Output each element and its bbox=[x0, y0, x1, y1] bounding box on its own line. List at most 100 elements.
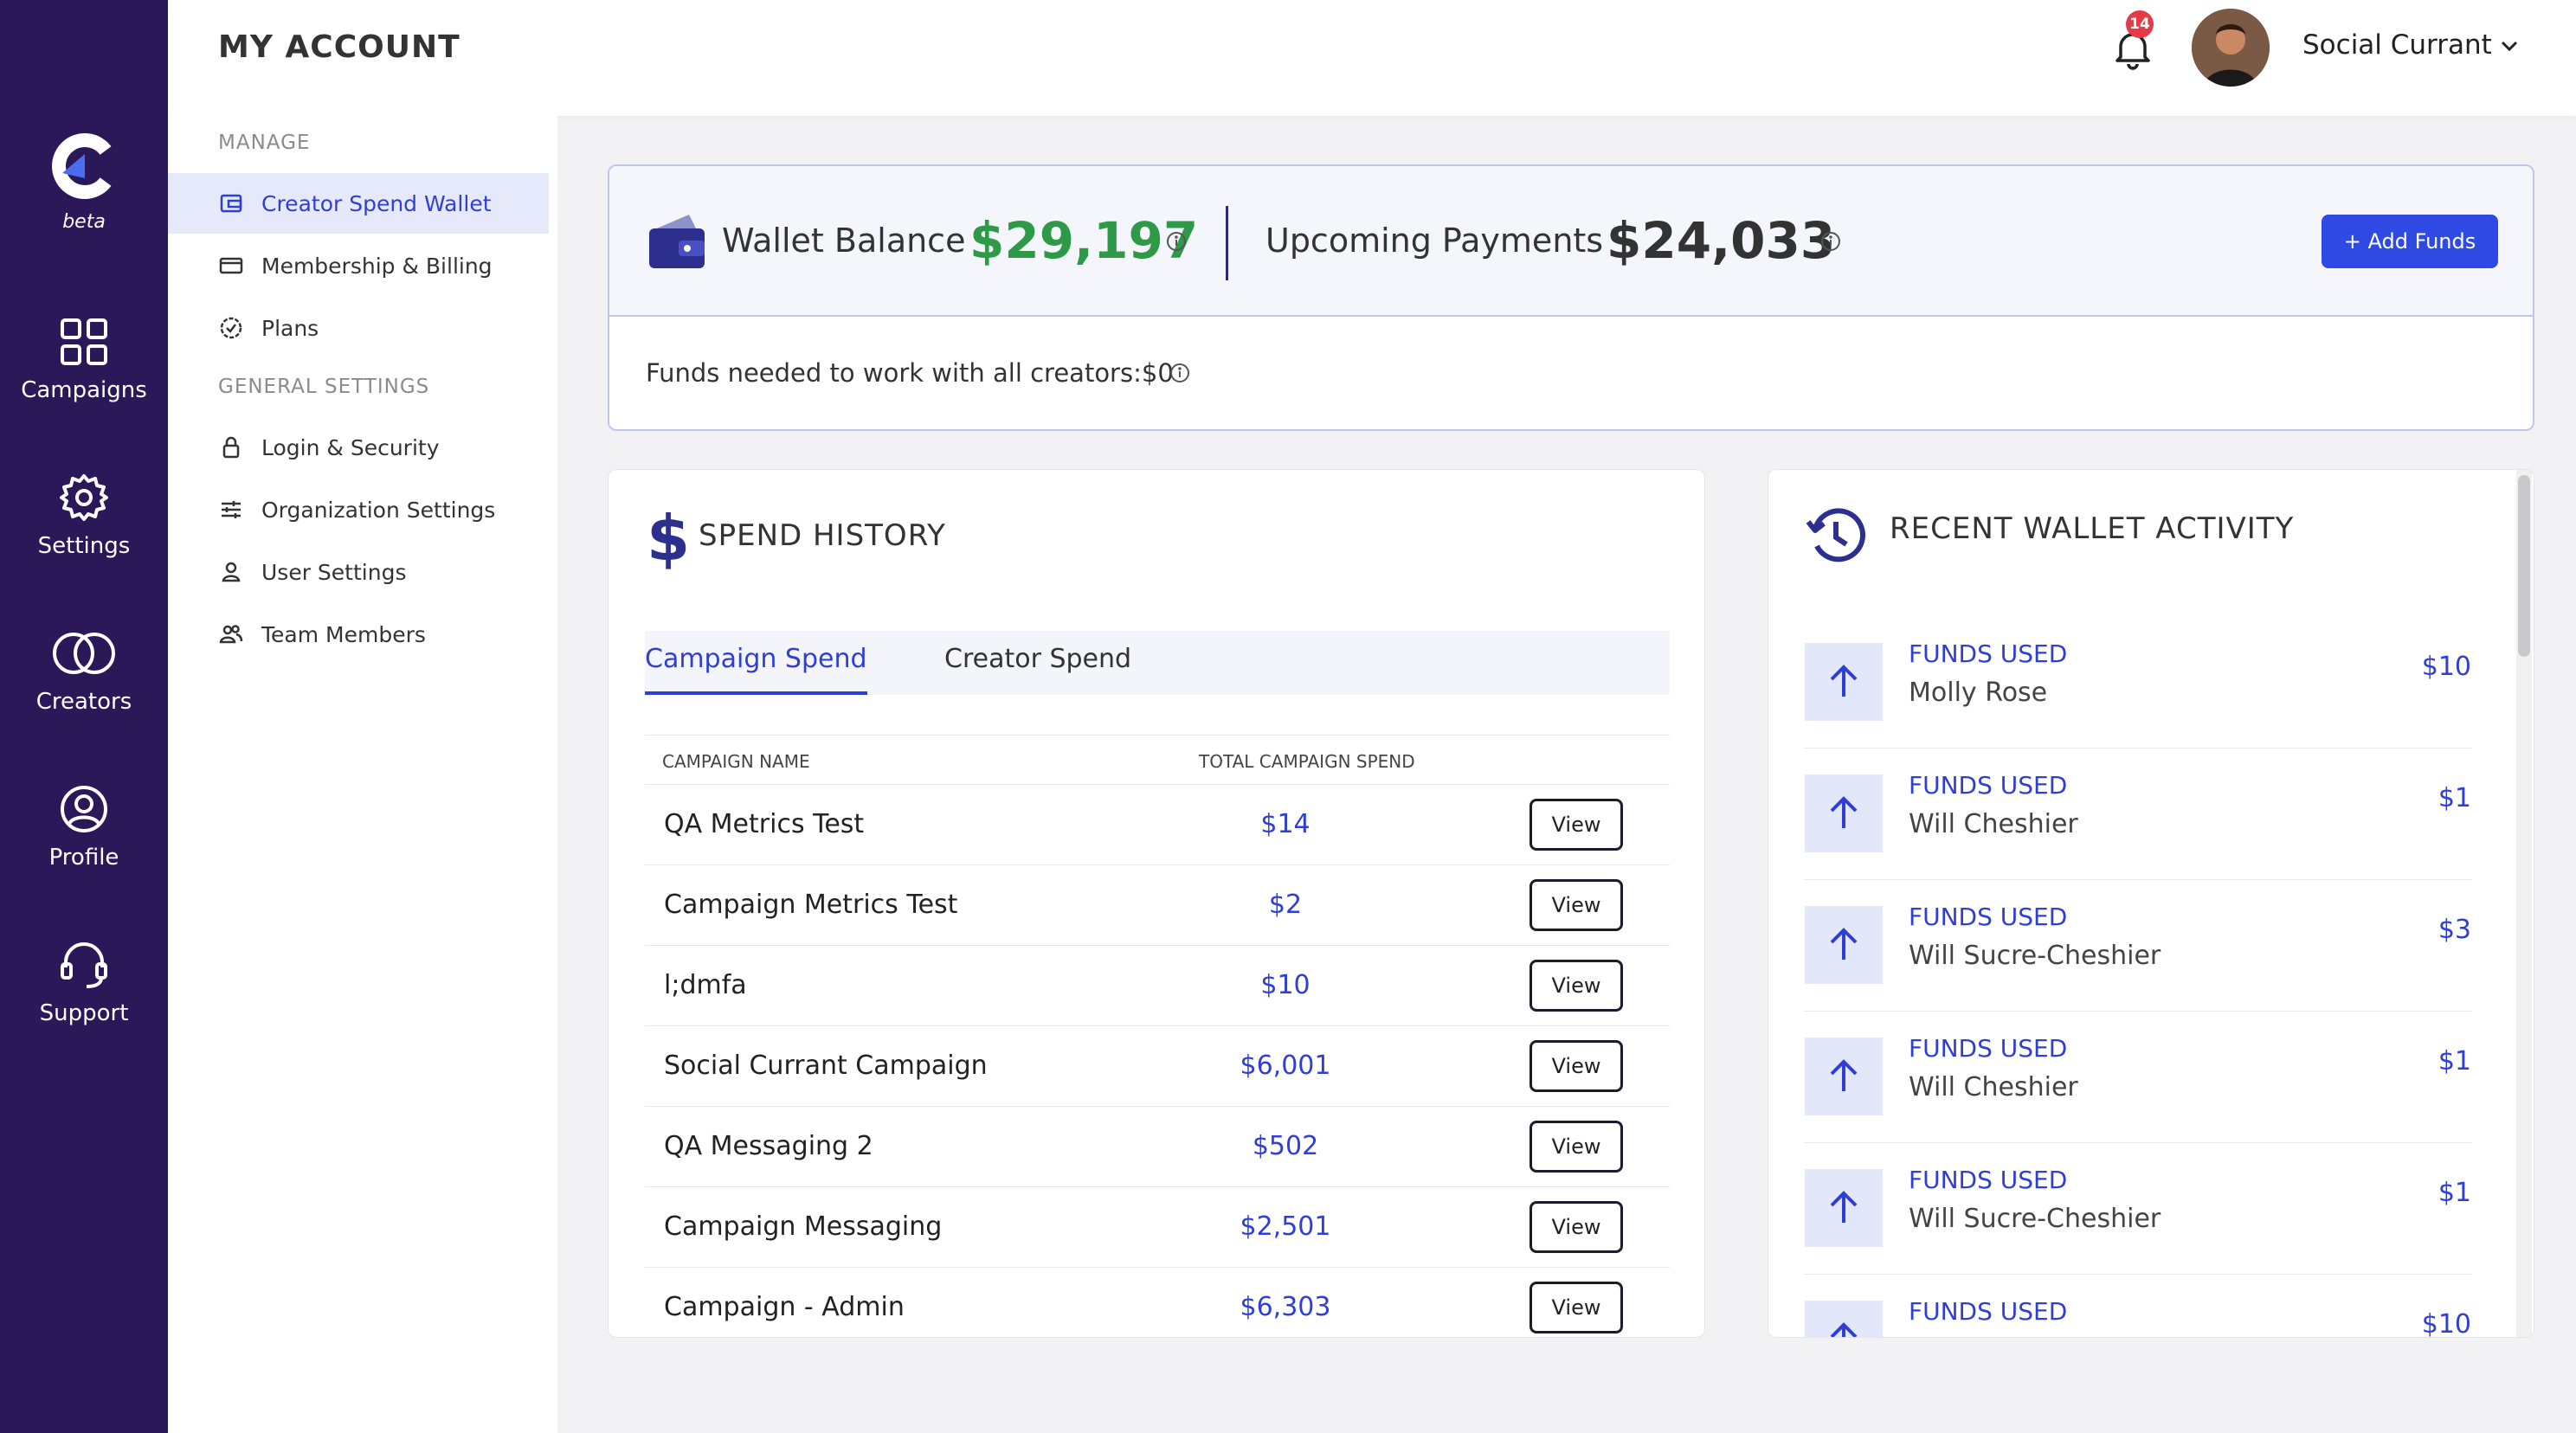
campaign-name: Campaign - Admin bbox=[664, 1292, 905, 1322]
activity-amount: $3 bbox=[2438, 915, 2471, 945]
account-sidebar: MANAGE Creator Spend Wallet Membership &… bbox=[168, 116, 557, 1433]
activity-creator: Molly Rose bbox=[1909, 678, 2048, 708]
view-button[interactable]: View bbox=[1530, 799, 1623, 851]
activity-amount: $1 bbox=[2438, 783, 2471, 813]
activity-scrollbar[interactable] bbox=[2518, 475, 2530, 657]
list-item: FUNDS USED $10 bbox=[1805, 1275, 2471, 1338]
logo-icon[interactable] bbox=[48, 132, 118, 201]
activity-creator: Will Sucre-Cheshier bbox=[1909, 1204, 2161, 1234]
sidebar-item-creator-spend-wallet[interactable]: Creator Spend Wallet bbox=[168, 173, 549, 234]
column-header-total-spend: TOTAL CAMPAIGN SPEND bbox=[1199, 751, 1415, 772]
rail-label-settings: Settings bbox=[37, 533, 131, 559]
activity-amount: $1 bbox=[2438, 1046, 2471, 1076]
activity-type: FUNDS USED bbox=[1909, 1297, 2068, 1326]
arrow-up-icon bbox=[1805, 774, 1883, 852]
table-row: Campaign Messaging $2,501 View bbox=[645, 1187, 1670, 1268]
view-button[interactable]: View bbox=[1530, 1201, 1623, 1253]
list-item: FUNDS USED Will Cheshier $1 bbox=[1805, 749, 2471, 880]
view-button[interactable]: View bbox=[1530, 1121, 1623, 1173]
wallet-balance-label: Wallet Balance bbox=[722, 222, 966, 260]
add-funds-button[interactable]: + Add Funds bbox=[2322, 215, 2498, 268]
campaign-name: Campaign Messaging bbox=[664, 1211, 943, 1242]
person-icon bbox=[222, 562, 241, 582]
sidebar-item-organization-settings[interactable]: Organization Settings bbox=[168, 479, 549, 540]
spend-tabs: Campaign Spend Creator Spend bbox=[645, 631, 1670, 695]
wallet-summary-card: Wallet Balance $29,197 Upcoming Payments… bbox=[608, 164, 2534, 431]
campaign-spend: $6,303 bbox=[1240, 1292, 1331, 1322]
sidebar-item-label: Membership & Billing bbox=[261, 253, 493, 279]
lock-icon bbox=[222, 436, 240, 459]
campaign-spend: $6,001 bbox=[1240, 1051, 1331, 1081]
table-row: Campaign Metrics Test $2 View bbox=[645, 865, 1670, 946]
top-header: MY ACCOUNT 14 Social Currant bbox=[168, 0, 2576, 116]
sliders-icon bbox=[222, 501, 241, 518]
list-item: FUNDS USED Will Cheshier $1 bbox=[1805, 1012, 2471, 1143]
rail-label-support: Support bbox=[39, 1000, 129, 1026]
rail-item-settings[interactable]: Settings bbox=[0, 471, 168, 583]
spend-history-title: SPEND HISTORY bbox=[699, 518, 946, 553]
card-icon bbox=[219, 257, 243, 274]
avatar[interactable] bbox=[2192, 9, 2270, 87]
notification-badge: 14 bbox=[2126, 10, 2154, 38]
recent-wallet-activity-card: RECENT WALLET ACTIVITY FUNDS USED Molly … bbox=[1768, 469, 2534, 1338]
list-item: FUNDS USED Will Sucre-Cheshier $1 bbox=[1805, 1143, 2471, 1275]
sidebar-item-login-security[interactable]: Login & Security bbox=[168, 417, 549, 478]
view-button[interactable]: View bbox=[1530, 1282, 1623, 1333]
table-header: CAMPAIGN NAME TOTAL CAMPAIGN SPEND bbox=[645, 735, 1670, 785]
campaign-name: QA Metrics Test bbox=[664, 809, 865, 839]
campaign-name: Social Currant Campaign bbox=[664, 1051, 988, 1081]
funds-needed-text: Funds needed to work with all creators:$… bbox=[646, 358, 1174, 388]
chevron-down-icon[interactable] bbox=[2496, 33, 2522, 59]
table-row: Campaign - Admin $6,303 View bbox=[645, 1268, 1670, 1337]
rail-item-campaigns[interactable]: Campaigns bbox=[0, 315, 168, 427]
list-item: FUNDS USED Molly Rose $10 bbox=[1805, 617, 2471, 749]
sidebar-item-plans[interactable]: Plans bbox=[168, 298, 549, 358]
view-button[interactable]: View bbox=[1530, 1040, 1623, 1092]
info-icon[interactable] bbox=[1819, 230, 1842, 253]
summary-divider bbox=[1226, 206, 1228, 280]
activity-amount: $10 bbox=[2421, 1309, 2471, 1338]
activity-type: FUNDS USED bbox=[1909, 1034, 2068, 1063]
sidebar-item-label: User Settings bbox=[261, 559, 407, 585]
rings-icon bbox=[53, 633, 115, 674]
activity-type: FUNDS USED bbox=[1909, 639, 2068, 668]
activity-creator: Will Sucre-Cheshier bbox=[1909, 941, 2161, 971]
info-icon[interactable] bbox=[1165, 230, 1188, 253]
campaign-name: QA Messaging 2 bbox=[664, 1131, 873, 1161]
campaign-spend: $2,501 bbox=[1240, 1211, 1331, 1242]
gear-icon bbox=[60, 474, 108, 521]
arrow-up-icon bbox=[1805, 643, 1883, 721]
user-name[interactable]: Social Currant bbox=[2302, 29, 2492, 61]
list-item: FUNDS USED Will Sucre-Cheshier $3 bbox=[1805, 880, 2471, 1012]
sidebar-item-label: Organization Settings bbox=[261, 497, 496, 523]
upcoming-payments-value: $24,033 bbox=[1607, 211, 1836, 270]
arrow-up-icon bbox=[1805, 1038, 1883, 1115]
view-button[interactable]: View bbox=[1530, 879, 1623, 931]
user-circle-icon bbox=[61, 786, 107, 832]
rail-item-support[interactable]: Support bbox=[0, 938, 168, 1051]
tab-campaign-spend[interactable]: Campaign Spend bbox=[645, 631, 867, 695]
people-icon bbox=[219, 625, 243, 644]
rail-item-creators[interactable]: Creators bbox=[0, 627, 168, 739]
rail-item-profile[interactable]: Profile bbox=[0, 782, 168, 895]
sidebar-item-user-settings[interactable]: User Settings bbox=[168, 542, 549, 602]
beta-label: beta bbox=[62, 211, 106, 233]
sidebar-item-label: Creator Spend Wallet bbox=[261, 190, 492, 216]
activity-creator: Will Cheshier bbox=[1909, 1072, 2078, 1102]
campaign-name: l;dmfa bbox=[664, 970, 747, 1000]
rail-label-creators: Creators bbox=[35, 689, 132, 715]
arrow-up-icon bbox=[1805, 1301, 1883, 1337]
sidebar-item-label: Team Members bbox=[261, 621, 426, 647]
info-icon[interactable] bbox=[1169, 362, 1191, 384]
view-button[interactable]: View bbox=[1530, 960, 1623, 1012]
activity-amount: $1 bbox=[2438, 1178, 2471, 1208]
recent-wallet-activity-title: RECENT WALLET ACTIVITY bbox=[1890, 511, 2295, 546]
wallet-balance-value: $29,197 bbox=[969, 211, 1199, 270]
table-row: Social Currant Campaign $6,001 View bbox=[645, 1026, 1670, 1107]
tab-creator-spend[interactable]: Creator Spend bbox=[944, 631, 1131, 695]
activity-type: FUNDS USED bbox=[1909, 903, 2068, 931]
sidebar-item-team-members[interactable]: Team Members bbox=[168, 604, 549, 665]
campaign-spend: $14 bbox=[1260, 809, 1311, 839]
activity-creator: Will Cheshier bbox=[1909, 809, 2078, 839]
sidebar-item-membership-billing[interactable]: Membership & Billing bbox=[168, 235, 549, 296]
